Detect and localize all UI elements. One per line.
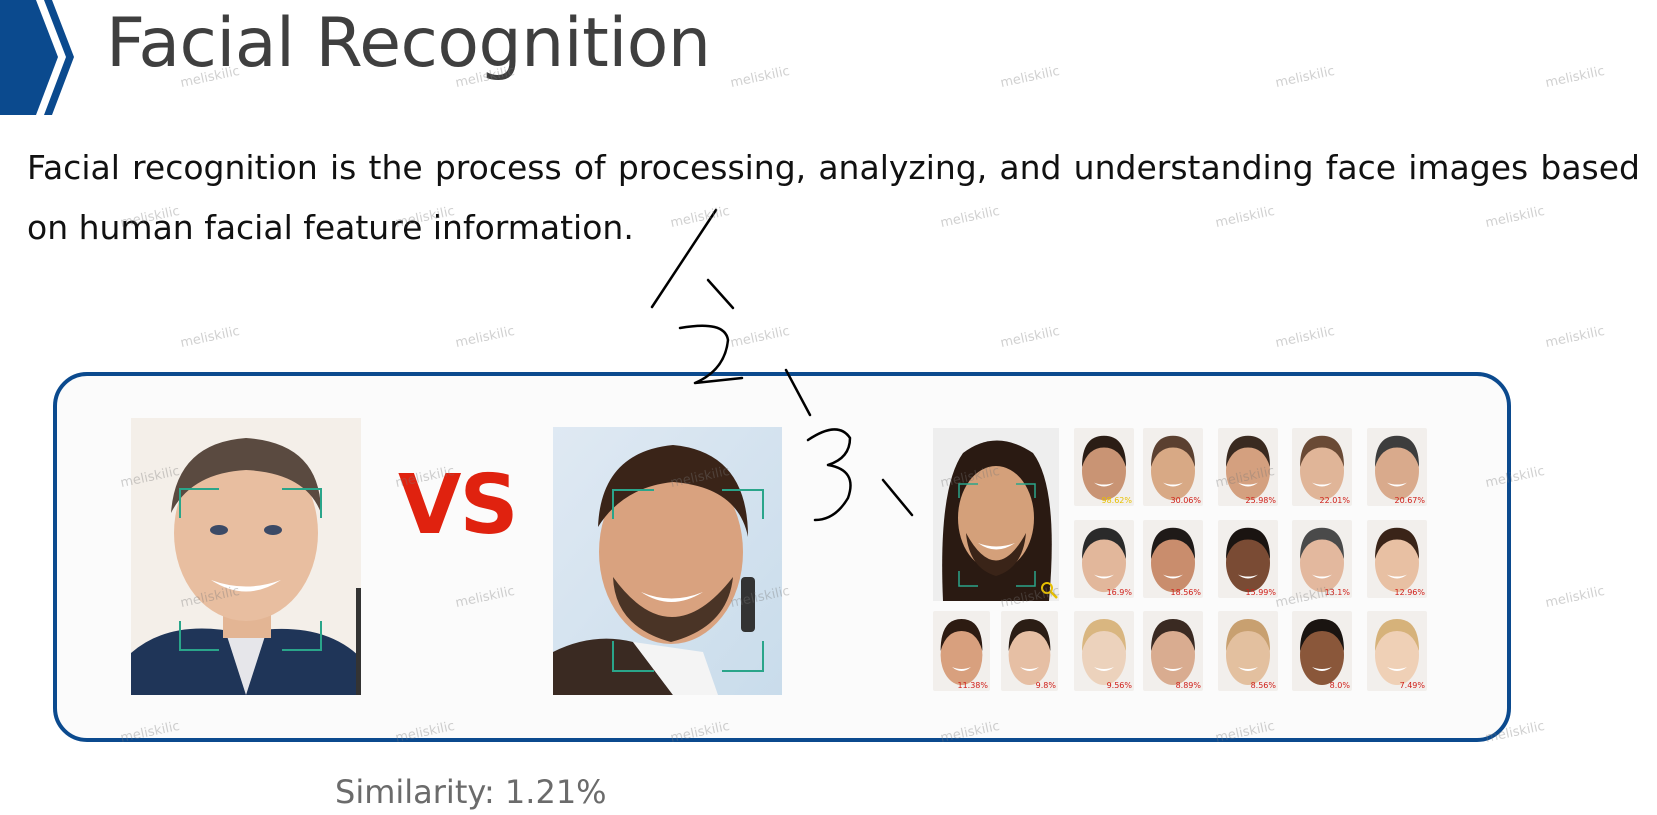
watermark-text: meliskilic bbox=[1544, 583, 1607, 612]
face-thumbnail-image bbox=[933, 611, 990, 691]
result-thumbnail[interactable]: 98.62% bbox=[1074, 428, 1134, 506]
watermark-text: meliskilic bbox=[999, 323, 1062, 352]
similarity-score: 8.56% bbox=[1250, 681, 1276, 690]
result-thumbnail[interactable]: 20.67% bbox=[1367, 428, 1427, 506]
result-thumbnail[interactable]: 18.56% bbox=[1143, 520, 1203, 598]
face-thumbnail-image bbox=[1143, 611, 1203, 691]
similarity-score: 15.99% bbox=[1245, 588, 1276, 597]
result-thumbnail[interactable]: 7.49% bbox=[1367, 611, 1427, 691]
similarity-score: 30.06% bbox=[1170, 496, 1201, 505]
similarity-score: 98.62% bbox=[1101, 496, 1132, 505]
similarity-score: 13.1% bbox=[1324, 588, 1350, 597]
face-thumbnail-image bbox=[1292, 428, 1352, 506]
face-detection-box-right bbox=[612, 489, 764, 672]
similarity-score: 9.56% bbox=[1106, 681, 1132, 690]
face-thumbnail-image bbox=[1001, 611, 1058, 691]
description-text: Facial recognition is the process of pro… bbox=[27, 148, 1640, 247]
similarity-label: Similarity: 1.21% bbox=[335, 773, 607, 811]
similarity-score: 18.56% bbox=[1170, 588, 1201, 597]
result-thumbnail[interactable]: 9.56% bbox=[1074, 611, 1134, 691]
result-thumbnail[interactable]: 12.96% bbox=[1367, 520, 1427, 598]
similarity-score: 7.49% bbox=[1399, 681, 1425, 690]
result-thumbnail[interactable]: 8.0% bbox=[1292, 611, 1352, 691]
watermark-text: meliskilic bbox=[1274, 63, 1337, 92]
face-thumbnail-image bbox=[1218, 428, 1278, 506]
watermark-text: meliskilic bbox=[179, 323, 242, 352]
similarity-score: 12.96% bbox=[1394, 588, 1425, 597]
watermark-text: meliskilic bbox=[999, 63, 1062, 92]
result-thumbnail[interactable]: 22.01% bbox=[1292, 428, 1352, 506]
face-thumbnail-image bbox=[1143, 428, 1203, 506]
similarity-score: 16.9% bbox=[1106, 588, 1132, 597]
face-thumbnail-image bbox=[1074, 520, 1134, 598]
face-thumbnail-image bbox=[1218, 611, 1278, 691]
vs-label: VS bbox=[398, 458, 519, 553]
result-thumbnail[interactable]: 15.99% bbox=[1218, 520, 1278, 598]
watermark-text: meliskilic bbox=[729, 323, 792, 352]
result-thumbnail[interactable]: 30.06% bbox=[1143, 428, 1203, 506]
result-thumbnail[interactable]: 25.98% bbox=[1218, 428, 1278, 506]
result-thumbnail[interactable]: 8.56% bbox=[1218, 611, 1278, 691]
similarity-score: 8.89% bbox=[1175, 681, 1201, 690]
similarity-score: 9.8% bbox=[1035, 681, 1056, 690]
similarity-score: 11.38% bbox=[957, 681, 988, 690]
face-thumbnail-image bbox=[1367, 520, 1427, 598]
similarity-score: 20.67% bbox=[1394, 496, 1425, 505]
watermark-text: meliskilic bbox=[454, 323, 517, 352]
face-thumbnail-image bbox=[1074, 611, 1134, 691]
result-thumbnail[interactable]: 13.1% bbox=[1292, 520, 1352, 598]
search-icon bbox=[1041, 582, 1058, 599]
face-thumbnail-image bbox=[1143, 520, 1203, 598]
face-thumbnail-image bbox=[1218, 520, 1278, 598]
face-thumbnail-image bbox=[1367, 428, 1427, 506]
result-thumbnail[interactable]: 11.38% bbox=[933, 611, 990, 691]
result-thumbnail[interactable]: 8.89% bbox=[1143, 611, 1203, 691]
similarity-score: 22.01% bbox=[1319, 496, 1350, 505]
face-thumbnail-image bbox=[1074, 428, 1134, 506]
face-thumbnail-image bbox=[1367, 611, 1427, 691]
watermark-text: meliskilic bbox=[1274, 323, 1337, 352]
page-title: Facial Recognition bbox=[106, 4, 711, 83]
result-thumbnail[interactable]: 16.9% bbox=[1074, 520, 1134, 598]
watermark-text: meliskilic bbox=[1544, 63, 1607, 92]
query-detection-box bbox=[958, 483, 1036, 587]
face-thumbnail-image bbox=[1292, 611, 1352, 691]
watermark-text: meliskilic bbox=[729, 63, 792, 92]
watermark-text: meliskilic bbox=[1544, 323, 1607, 352]
brand-chevron-icon bbox=[0, 0, 74, 115]
face-detection-box-left bbox=[179, 488, 322, 651]
similarity-score: 25.98% bbox=[1245, 496, 1276, 505]
similarity-score: 8.0% bbox=[1329, 681, 1350, 690]
face-thumbnail-image bbox=[1292, 520, 1352, 598]
result-thumbnail[interactable]: 9.8% bbox=[1001, 611, 1058, 691]
